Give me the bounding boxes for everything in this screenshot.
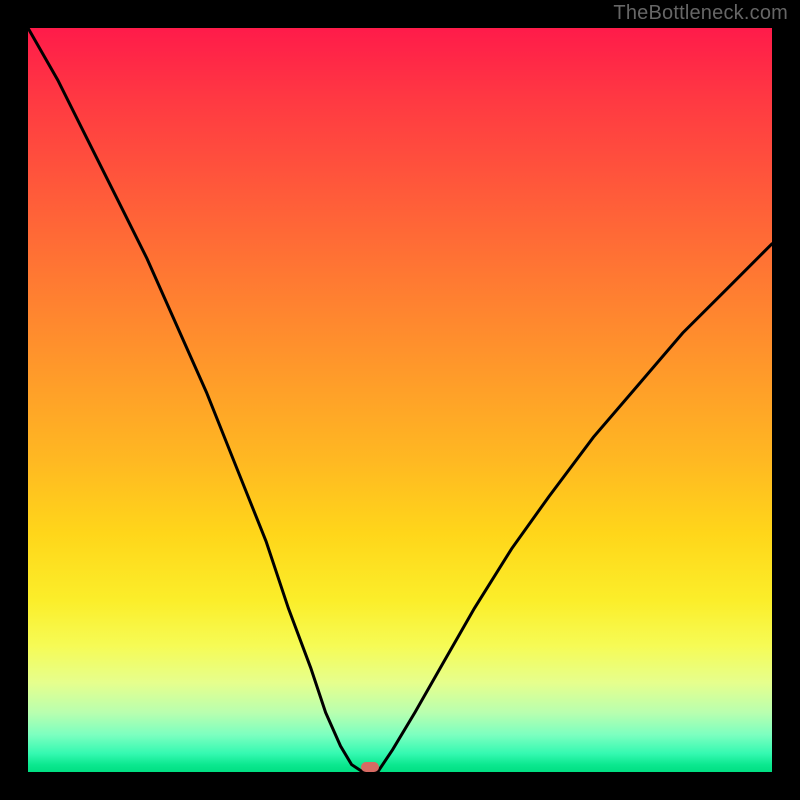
curve-left-branch [28, 28, 363, 772]
watermark-text: TheBottleneck.com [613, 2, 788, 25]
curve-right-branch [378, 244, 772, 772]
bottleneck-curve [28, 28, 772, 772]
chart-frame: TheBottleneck.com [0, 0, 800, 800]
optimum-marker [361, 762, 379, 772]
plot-area [28, 28, 772, 772]
